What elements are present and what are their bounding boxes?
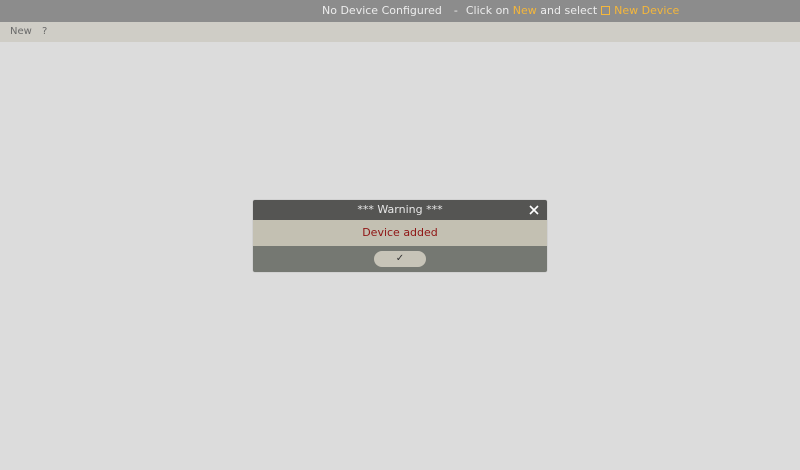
menu-item-new[interactable]: New <box>10 22 32 42</box>
new-device-icon <box>601 6 611 15</box>
checkmark-icon: ✓ <box>395 253 405 264</box>
dialog-footer: ✓ <box>253 246 547 272</box>
menu-item-help[interactable]: ? <box>42 22 47 42</box>
ok-button[interactable]: ✓ <box>374 251 426 267</box>
status-text-no-device: No Device Configured <box>322 4 442 17</box>
dialog-title: *** Warning *** <box>357 203 443 216</box>
status-hint-new: New <box>512 4 537 17</box>
status-text-and-select: and select <box>540 4 598 17</box>
status-separator: - <box>453 4 458 17</box>
status-text-click-on: Click on <box>465 4 510 17</box>
status-hint-new-device: New Device <box>614 4 680 17</box>
dialog-body: Device added <box>253 220 547 246</box>
dialog-header: *** Warning *** <box>253 200 547 220</box>
status-bar: No Device Configured - Click on New and se… <box>0 0 800 22</box>
status-message: No Device Configured - Click on New and se… <box>322 0 679 22</box>
close-icon[interactable] <box>529 200 539 220</box>
warning-dialog: *** Warning *** Device added ✓ <box>253 200 547 272</box>
dialog-message: Device added <box>362 226 438 239</box>
menu-bar: New ? <box>0 22 800 42</box>
